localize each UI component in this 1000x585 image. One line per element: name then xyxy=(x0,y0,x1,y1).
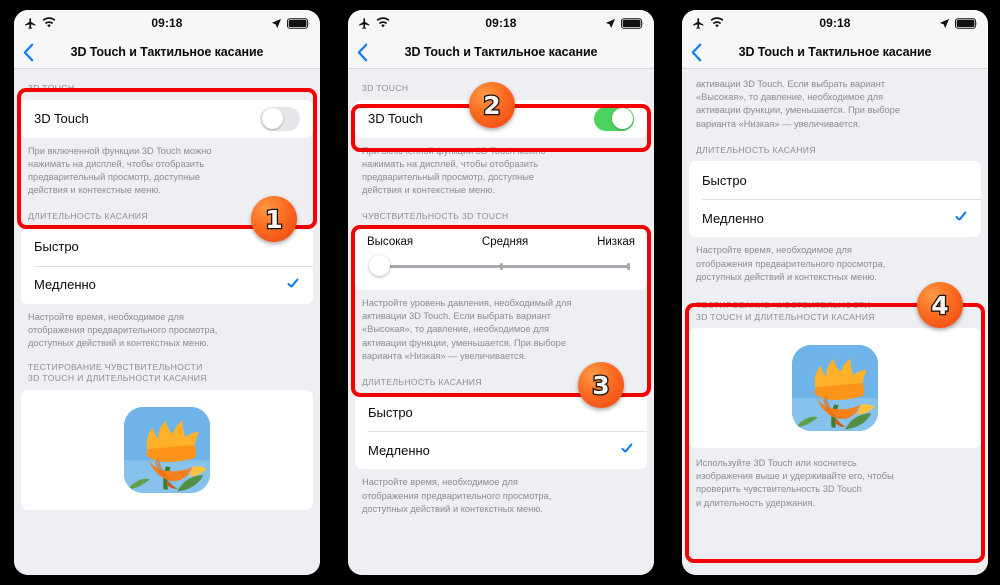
row-label-slow: Медленно xyxy=(34,277,96,293)
checkmark-icon xyxy=(954,211,968,225)
status-right-icons xyxy=(271,17,310,29)
row-duration-slow[interactable]: Медленно xyxy=(355,431,647,469)
section-header-sensitivity: ЧУВСТВИТЕЛЬНОСТЬ 3D TOUCH xyxy=(362,211,509,222)
note-test: Используйте 3D Touch или коснитесь изобр… xyxy=(696,458,894,508)
row-label-slow: Медленно xyxy=(702,210,764,226)
row-label-slow: Медленно xyxy=(368,442,430,458)
settings-content-2: 3D TOUCH 3D Touch При включенной функции… xyxy=(348,69,654,575)
nav-bar: 3D Touch и Тактильное касание xyxy=(682,36,988,69)
back-chevron-icon[interactable] xyxy=(23,42,41,62)
status-right-icons xyxy=(939,17,978,29)
note-duration: Настройте время, необходимое для отображ… xyxy=(362,477,552,514)
phone-screen-1: 09:18 3D Touch и Тактильное касание 3D T… xyxy=(14,10,320,575)
toggle-knob xyxy=(611,108,633,130)
annotation-badge-4: 4 xyxy=(917,282,963,328)
status-bar: 09:18 xyxy=(348,10,654,36)
section-header-test: ТЕСТИРОВАНИЕ ЧУВСТВИТЕЛЬНОСТИ 3D TOUCH И… xyxy=(28,361,207,384)
checkmark-icon xyxy=(286,278,300,292)
note-3d-touch: При включенной функции 3D Touch можно на… xyxy=(362,145,546,196)
section-header-3d-touch: 3D TOUCH xyxy=(28,83,75,93)
row-duration-slow[interactable]: Медленно xyxy=(21,265,313,304)
row-3d-touch-toggle[interactable]: 3D Touch xyxy=(21,100,313,138)
note-sensitivity-tail: активации 3D Touch. Если выбрать вариант… xyxy=(696,79,901,129)
back-chevron-icon[interactable] xyxy=(357,42,375,62)
toggle-3d-touch-on[interactable] xyxy=(594,106,634,131)
battery-icon xyxy=(287,17,310,29)
card-test-image[interactable] xyxy=(689,328,981,449)
status-bar: 09:18 xyxy=(682,10,988,36)
toggle-knob xyxy=(261,108,283,130)
card-duration: Быстро Медленно xyxy=(689,161,981,238)
note-duration: Настройте время, необходимое для отображ… xyxy=(696,245,886,282)
toggle-3d-touch-off[interactable] xyxy=(260,106,300,131)
card-test-image[interactable] xyxy=(21,389,313,510)
location-arrow-icon xyxy=(271,18,282,28)
row-label-fast: Быстро xyxy=(702,172,747,188)
poppy-flower-image[interactable] xyxy=(792,345,878,432)
row-duration-fast[interactable]: Быстро xyxy=(689,161,981,199)
poppy-flower-image[interactable] xyxy=(124,406,210,493)
row-duration-slow[interactable]: Медленно xyxy=(689,199,981,237)
annotation-badge-3: 3 xyxy=(578,362,624,408)
row-label-3d-touch: 3D Touch xyxy=(34,111,89,127)
slider-track xyxy=(377,264,630,268)
battery-icon xyxy=(955,17,978,29)
slider-label-medium: Средняя xyxy=(481,235,529,248)
slider-tick-medium xyxy=(499,262,503,270)
card-sensitivity: Высокая Средняя Низкая xyxy=(355,227,647,290)
back-chevron-icon[interactable] xyxy=(691,42,709,62)
page-title: 3D Touch и Тактильное касание xyxy=(404,45,598,59)
note-duration: Настройте время, необходимое для отображ… xyxy=(28,311,218,349)
annotation-badge-1: 1 xyxy=(251,196,297,242)
status-bar: 09:18 xyxy=(14,10,320,36)
page-title: 3D Touch и Тактильное касание xyxy=(738,45,932,59)
page-title: 3D Touch и Тактильное касание xyxy=(70,45,264,59)
section-header-duration: ДЛИТЕЛЬНОСТЬ КАСАНИЯ xyxy=(696,144,816,155)
note-3d-touch: При включенной функции 3D Touch можно на… xyxy=(28,145,212,196)
slider-label-high: Высокая xyxy=(367,235,414,248)
phone-panel-1: 09:18 3D Touch и Тактильное касание 3D T… xyxy=(0,0,334,585)
phone-panel-2: 09:18 3D Touch и Тактильное касание 3D T… xyxy=(334,0,668,585)
location-arrow-icon xyxy=(605,18,616,28)
poppy-flower-art xyxy=(792,345,878,432)
row-label-3d-touch: 3D Touch xyxy=(368,111,423,127)
location-arrow-icon xyxy=(939,18,950,28)
battery-icon xyxy=(621,17,644,29)
row-label-fast: Быстро xyxy=(34,239,79,255)
checkmark-icon xyxy=(620,443,634,457)
slider-label-low: Низкая xyxy=(597,235,635,248)
annotation-badge-2: 2 xyxy=(469,82,515,128)
settings-content-1: 3D TOUCH 3D Touch При включенной функции… xyxy=(14,69,320,575)
slider-labels: Высокая Средняя Низкая xyxy=(367,236,635,248)
nav-bar: 3D Touch и Тактильное касание xyxy=(348,36,654,69)
nav-bar: 3D Touch и Тактильное касание xyxy=(14,36,320,69)
card-3d-touch: 3D Touch xyxy=(21,99,313,138)
note-sensitivity: Настройте уровень давления, необходимый … xyxy=(362,297,572,361)
sensitivity-slider[interactable] xyxy=(367,254,635,277)
poppy-flower-art xyxy=(124,406,210,493)
slider-tick-low xyxy=(627,262,630,270)
phone-panel-3: 09:18 3D Touch и Тактильное касание акти… xyxy=(668,0,1000,585)
slider-knob[interactable] xyxy=(369,254,390,276)
status-right-icons xyxy=(605,17,644,29)
row-label-fast: Быстро xyxy=(368,404,413,420)
screenshot-stage: 09:18 3D Touch и Тактильное касание 3D T… xyxy=(0,0,1000,585)
